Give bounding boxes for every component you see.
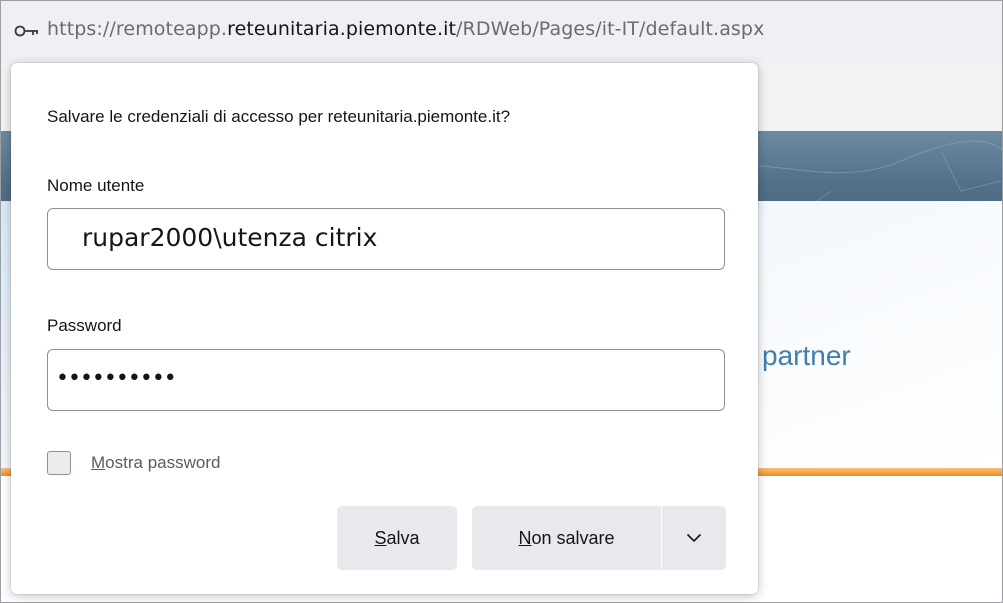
url-path: /RDWeb/Pages/it-IT/default.aspx bbox=[456, 18, 765, 40]
save-button[interactable]: Salva bbox=[337, 506, 457, 570]
dont-save-button-label: Non salvare bbox=[518, 527, 615, 548]
popup-question: Salvare le credenziali di accesso per re… bbox=[47, 107, 511, 126]
url-prefix: https://remoteapp. bbox=[47, 18, 228, 40]
url-host: reteunitaria.piemonte.it bbox=[227, 18, 457, 40]
username-value: rupar2000\utenza citrix bbox=[82, 223, 378, 252]
chevron-down-icon bbox=[686, 533, 702, 543]
save-button-label: Salva bbox=[374, 527, 420, 548]
partner-text: l partner bbox=[748, 340, 851, 371]
username-label: Nome utente bbox=[47, 176, 145, 195]
dont-save-button[interactable]: Non salvare bbox=[472, 506, 661, 570]
address-bar[interactable]: https://remoteapp.reteunitaria.piemonte.… bbox=[1, 1, 1002, 63]
password-value: •••••••••• bbox=[56, 366, 177, 391]
browser-window: https://remoteapp.reteunitaria.piemonte.… bbox=[0, 0, 1003, 603]
show-password-checkbox[interactable] bbox=[47, 451, 71, 475]
password-field[interactable]: •••••••••• bbox=[47, 349, 725, 411]
key-icon[interactable] bbox=[13, 23, 41, 39]
save-login-popup: Salvare le credenziali di accesso per re… bbox=[11, 63, 758, 594]
show-password-row[interactable]: Mostra password bbox=[47, 449, 220, 477]
password-label: Password bbox=[47, 316, 122, 335]
url-text[interactable]: https://remoteapp.reteunitaria.piemonte.… bbox=[47, 18, 764, 40]
username-field[interactable]: rupar2000\utenza citrix bbox=[47, 208, 725, 270]
more-options-button[interactable] bbox=[662, 506, 726, 570]
show-password-label[interactable]: Mostra password bbox=[91, 453, 220, 473]
